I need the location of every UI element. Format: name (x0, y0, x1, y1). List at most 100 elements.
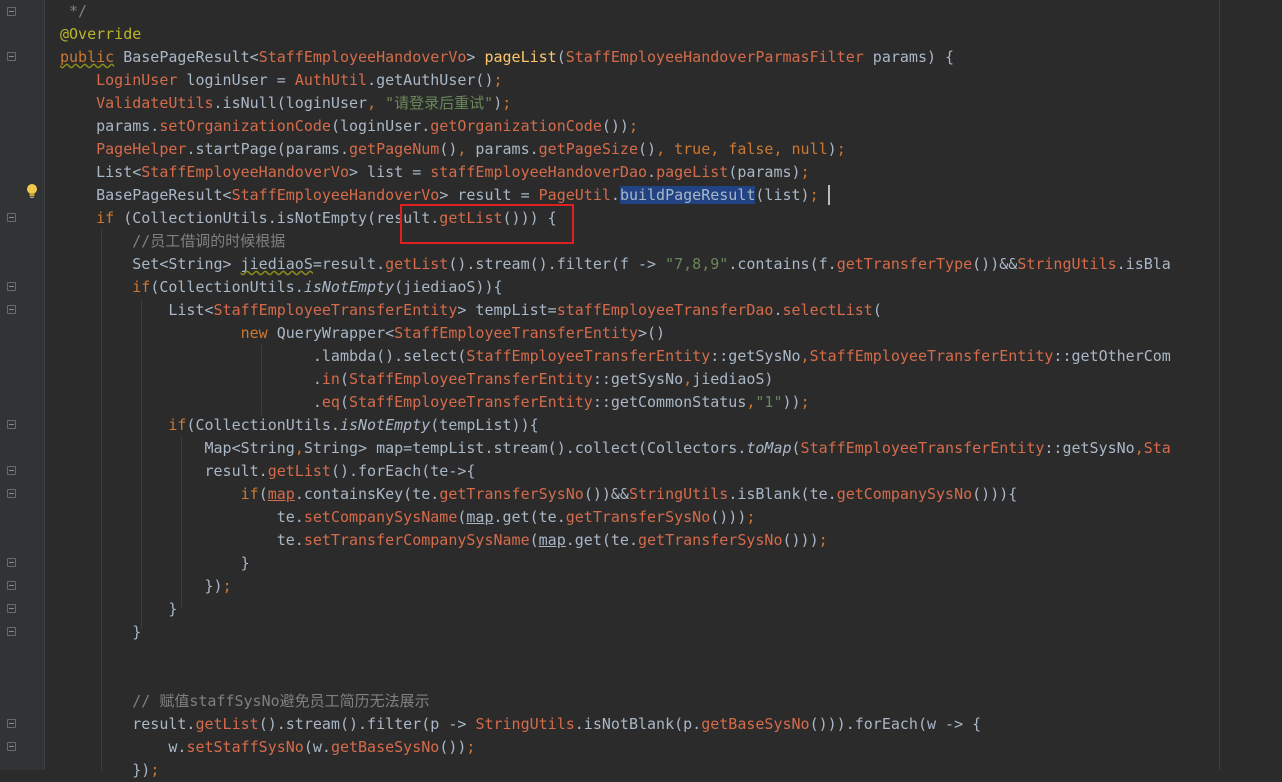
code-token: } (60, 600, 178, 618)
code-line[interactable]: // 赋值staffSysNo避免员工简历无法展示 (60, 690, 429, 713)
code-token: map (466, 508, 494, 526)
code-line[interactable]: .in(StaffEmployeeTransferEntity::getSysN… (60, 368, 774, 391)
fold-marker-icon[interactable] (7, 305, 16, 314)
fold-marker-icon[interactable] (7, 7, 16, 16)
fold-marker-icon[interactable] (7, 466, 16, 475)
code-token: getTransferSysNo (638, 531, 783, 549)
code-token: } (60, 554, 250, 572)
code-token: (jiediaoS)){ (394, 278, 503, 296)
fold-marker-icon[interactable] (7, 604, 16, 613)
code-line[interactable]: PageHelper.startPage(params.getPageNum()… (60, 138, 846, 161)
code-line[interactable]: ValidateUtils.isNull(loginUser, "请登录后重试"… (60, 92, 511, 115)
code-token: jiediaoS (240, 255, 313, 273)
code-line[interactable]: .eq(StaffEmployeeTransferEntity::getComm… (60, 391, 810, 414)
code-token: "1" (755, 393, 783, 411)
code-token: (list) (755, 186, 810, 204)
code-token: AuthUtil (294, 71, 368, 89)
code-token: getCompanySysNo (836, 485, 973, 503)
code-line[interactable]: public BasePageResult<StaffEmployeeHando… (60, 46, 954, 69)
code-line[interactable]: LoginUser loginUser = AuthUtil.getAuthUs… (60, 69, 503, 92)
code-token: jiediaoS) (692, 370, 774, 388)
code-line[interactable]: if(CollectionUtils.isNotEmpty(tempList))… (60, 414, 538, 437)
fold-marker-icon[interactable] (7, 558, 16, 567)
code-token: params) { (863, 48, 955, 66)
code-token: .get(te. (565, 531, 638, 549)
code-line[interactable]: result.getList().stream().filter(p -> St… (60, 713, 981, 736)
code-token: StringUtils (475, 715, 575, 733)
text-caret (828, 185, 830, 205)
code-token: ::getCommonStatus (592, 393, 747, 411)
code-token: ( (556, 48, 566, 66)
code-token: ) (827, 140, 837, 158)
code-token: ::getOtherCom (1053, 347, 1171, 365)
code-token: . (773, 301, 783, 319)
lightbulb-icon[interactable] (25, 183, 39, 199)
code-token: ; (493, 71, 503, 89)
code-line[interactable]: //员工借调的时候根据 (60, 230, 285, 253)
code-token: () (439, 140, 458, 158)
fold-marker-icon[interactable] (7, 420, 16, 429)
code-token: getPageNum (349, 140, 440, 158)
code-token: .isNotBlank(p. (574, 715, 702, 733)
code-token: .getAuthUser() (367, 71, 494, 89)
code-line[interactable]: if(map.containsKey(te.getTransferSysNo()… (60, 483, 1018, 506)
code-token: if (168, 416, 187, 434)
fold-marker-icon[interactable] (7, 282, 16, 291)
fold-marker-icon[interactable] (7, 213, 16, 222)
code-token: ().stream().filter(p -> (258, 715, 476, 733)
code-line[interactable]: } (60, 552, 250, 575)
editor-gutter (0, 0, 45, 770)
code-token: getList (195, 715, 259, 733)
code-token: ( (872, 301, 882, 319)
code-token: , (773, 140, 783, 158)
code-line[interactable]: }); (60, 759, 159, 782)
code-token: (params) (728, 163, 801, 181)
code-token: if (240, 485, 259, 503)
code-line[interactable]: te.setCompanySysName(map.get(te.getTrans… (60, 506, 756, 529)
code-line[interactable]: te.setTransferCompanySysName(map.get(te.… (60, 529, 828, 552)
code-token: ; (800, 163, 810, 181)
fold-marker-icon[interactable] (7, 627, 16, 636)
code-line[interactable]: }); (60, 575, 231, 598)
code-line[interactable]: params.setOrganizationCode(loginUser.get… (60, 115, 638, 138)
code-token: }) (60, 577, 223, 595)
code-token: //员工借调的时候根据 (132, 232, 286, 250)
code-line[interactable]: } (60, 621, 141, 644)
code-line[interactable]: new QueryWrapper<StaffEmployeeTransferEn… (60, 322, 665, 345)
code-token: StaffEmployeeTransferEntity (349, 393, 593, 411)
fold-marker-icon[interactable] (7, 52, 16, 61)
code-line[interactable]: w.setStaffSysNo(w.getBaseSysNo()); (60, 736, 475, 759)
code-token: getOrganizationCode (430, 117, 602, 135)
fold-marker-icon[interactable] (7, 581, 16, 590)
code-line[interactable]: */ (60, 0, 87, 23)
code-token: setOrganizationCode (159, 117, 331, 135)
code-token: getList (385, 255, 449, 273)
code-token: te. (60, 531, 304, 549)
code-token: .startPage(params. (186, 140, 349, 158)
code-token: staffEmployeeHandoverDao (430, 163, 648, 181)
code-token: ::getSysNo (592, 370, 684, 388)
code-token: . (647, 163, 657, 181)
code-token: ValidateUtils (96, 94, 214, 112)
code-token: in (321, 370, 340, 388)
code-line[interactable]: Set<String> jiediaoS=result.getList().st… (60, 253, 1171, 276)
code-line[interactable]: if(CollectionUtils.isNotEmpty(jiediaoS))… (60, 276, 503, 299)
code-line[interactable]: Map<String,String> map=tempList.stream()… (60, 437, 1170, 460)
code-line[interactable]: } (60, 598, 177, 621)
code-token: result. (60, 462, 268, 480)
code-token: ::getSysNo (710, 347, 801, 365)
code-editor[interactable]: */@Override public BasePageResult<StaffEm… (0, 0, 1282, 779)
code-line[interactable]: result.getList().forEach(te->{ (60, 460, 475, 483)
code-line[interactable]: @Override (60, 23, 141, 46)
code-line[interactable]: List<StaffEmployeeTransferEntity> tempLi… (60, 299, 882, 322)
fold-marker-icon[interactable] (7, 489, 16, 498)
code-token: ())&& (583, 485, 629, 503)
code-line[interactable]: List<StaffEmployeeHandoverVo> list = sta… (60, 161, 810, 184)
fold-marker-icon[interactable] (7, 742, 16, 751)
fold-marker-icon[interactable] (7, 719, 16, 728)
code-token: ()) (439, 738, 467, 756)
code-line[interactable]: .lambda().select(StaffEmployeeTransferEn… (60, 345, 1171, 368)
